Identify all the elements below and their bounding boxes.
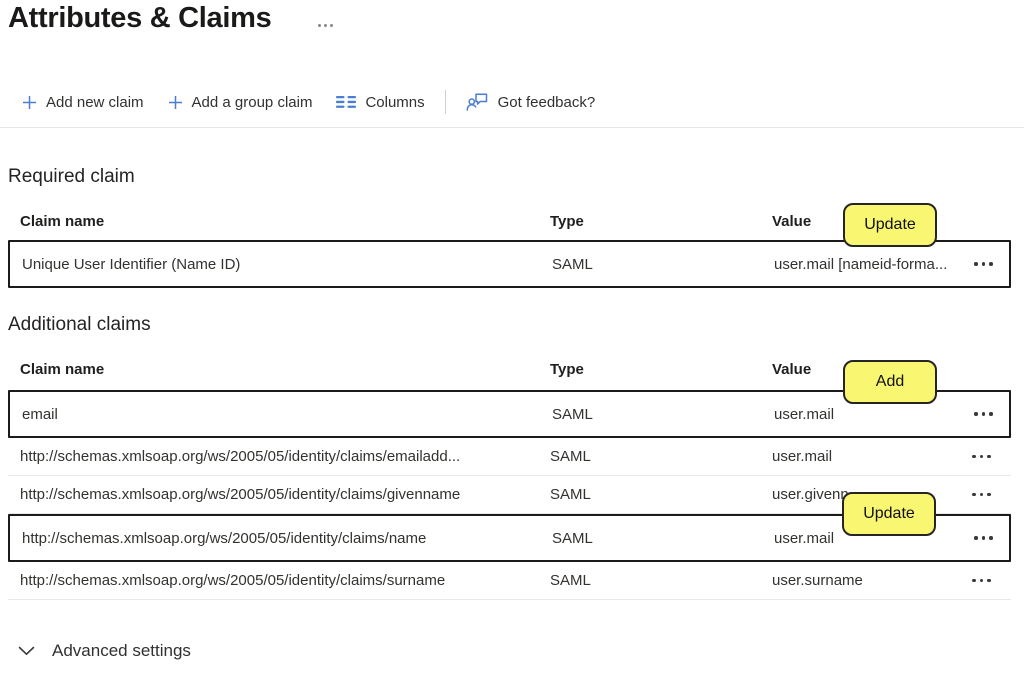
command-bar: Add new claim Add a group claim Columns … xyxy=(10,86,607,118)
add-new-claim-button[interactable]: Add new claim xyxy=(10,86,156,118)
page-title: Attributes & Claims xyxy=(8,2,272,34)
claim-name-cell: http://schemas.xmlsoap.org/ws/2005/05/id… xyxy=(20,448,461,465)
columns-icon xyxy=(336,96,357,108)
column-header-type: Type xyxy=(550,360,584,378)
value-cell: user.mail [nameid-forma... xyxy=(774,255,948,273)
row-menu-icon[interactable] xyxy=(952,438,1011,475)
page-more-options-icon[interactable] xyxy=(318,24,333,27)
claim-name-cell: http://schemas.xmlsoap.org/ws/2005/05/id… xyxy=(20,486,461,503)
type-cell: SAML xyxy=(552,255,593,273)
type-cell: SAML xyxy=(550,572,591,589)
claim-name-cell: email xyxy=(22,405,58,423)
claim-name-cell: Unique User Identifier (Name ID) xyxy=(22,255,241,273)
add-group-claim-button[interactable]: Add a group claim xyxy=(156,86,325,118)
row-menu-icon[interactable] xyxy=(954,392,1013,436)
plus-icon xyxy=(168,95,182,109)
annotation-note-add-email: Add xyxy=(843,360,937,404)
row-menu-icon[interactable] xyxy=(954,242,1013,286)
plus-icon xyxy=(23,95,36,109)
feedback-icon xyxy=(466,93,487,111)
additional-claims-heading: Additional claims xyxy=(8,314,151,335)
add-new-claim-label: Add new claim xyxy=(46,93,144,111)
value-cell: user.mail xyxy=(772,448,833,465)
claim-name-cell: http://schemas.xmlsoap.org/ws/2005/05/id… xyxy=(22,529,427,547)
column-header-type: Type xyxy=(550,212,584,230)
annotation-note-update-required: Update xyxy=(843,203,937,247)
row-menu-icon[interactable] xyxy=(954,516,1013,560)
row-menu-icon[interactable] xyxy=(952,476,1011,513)
row-menu-icon[interactable] xyxy=(952,562,1011,599)
annotation-note-update-name: Update xyxy=(842,492,936,536)
value-cell: user.surname xyxy=(772,572,863,589)
value-cell: user.mail xyxy=(774,405,835,423)
type-cell: SAML xyxy=(552,405,593,423)
claim-name-cell: http://schemas.xmlsoap.org/ws/2005/05/id… xyxy=(20,572,446,589)
type-cell: SAML xyxy=(552,529,593,547)
advanced-settings-toggle[interactable]: Advanced settings xyxy=(18,641,191,661)
type-cell: SAML xyxy=(550,448,591,465)
toolbar-divider-line xyxy=(0,127,1024,128)
add-group-claim-label: Add a group claim xyxy=(191,93,313,111)
required-claim-heading: Required claim xyxy=(8,166,135,187)
advanced-settings-label: Advanced settings xyxy=(52,641,191,660)
required-claim-table: Unique User Identifier (Name ID) SAML us… xyxy=(8,240,1011,288)
columns-button[interactable]: Columns xyxy=(324,86,436,118)
column-header-claim-name: Claim name xyxy=(20,360,105,378)
got-feedback-label: Got feedback? xyxy=(497,93,596,111)
table-row-unique-user-identifier[interactable]: Unique User Identifier (Name ID) SAML us… xyxy=(8,240,1011,288)
toolbar-divider xyxy=(444,90,446,114)
attributes-claims-page: Attributes & Claims Add new claim Add a … xyxy=(0,0,1024,673)
table-row[interactable]: http://schemas.xmlsoap.org/ws/2005/05/id… xyxy=(8,438,1011,476)
column-header-claim-name: Claim name xyxy=(20,212,105,230)
table-row[interactable]: http://schemas.xmlsoap.org/ws/2005/05/id… xyxy=(8,562,1011,600)
chevron-down-icon xyxy=(18,646,35,655)
got-feedback-button[interactable]: Got feedback? xyxy=(454,86,608,118)
columns-label: Columns xyxy=(365,93,425,111)
type-cell: SAML xyxy=(550,486,591,503)
